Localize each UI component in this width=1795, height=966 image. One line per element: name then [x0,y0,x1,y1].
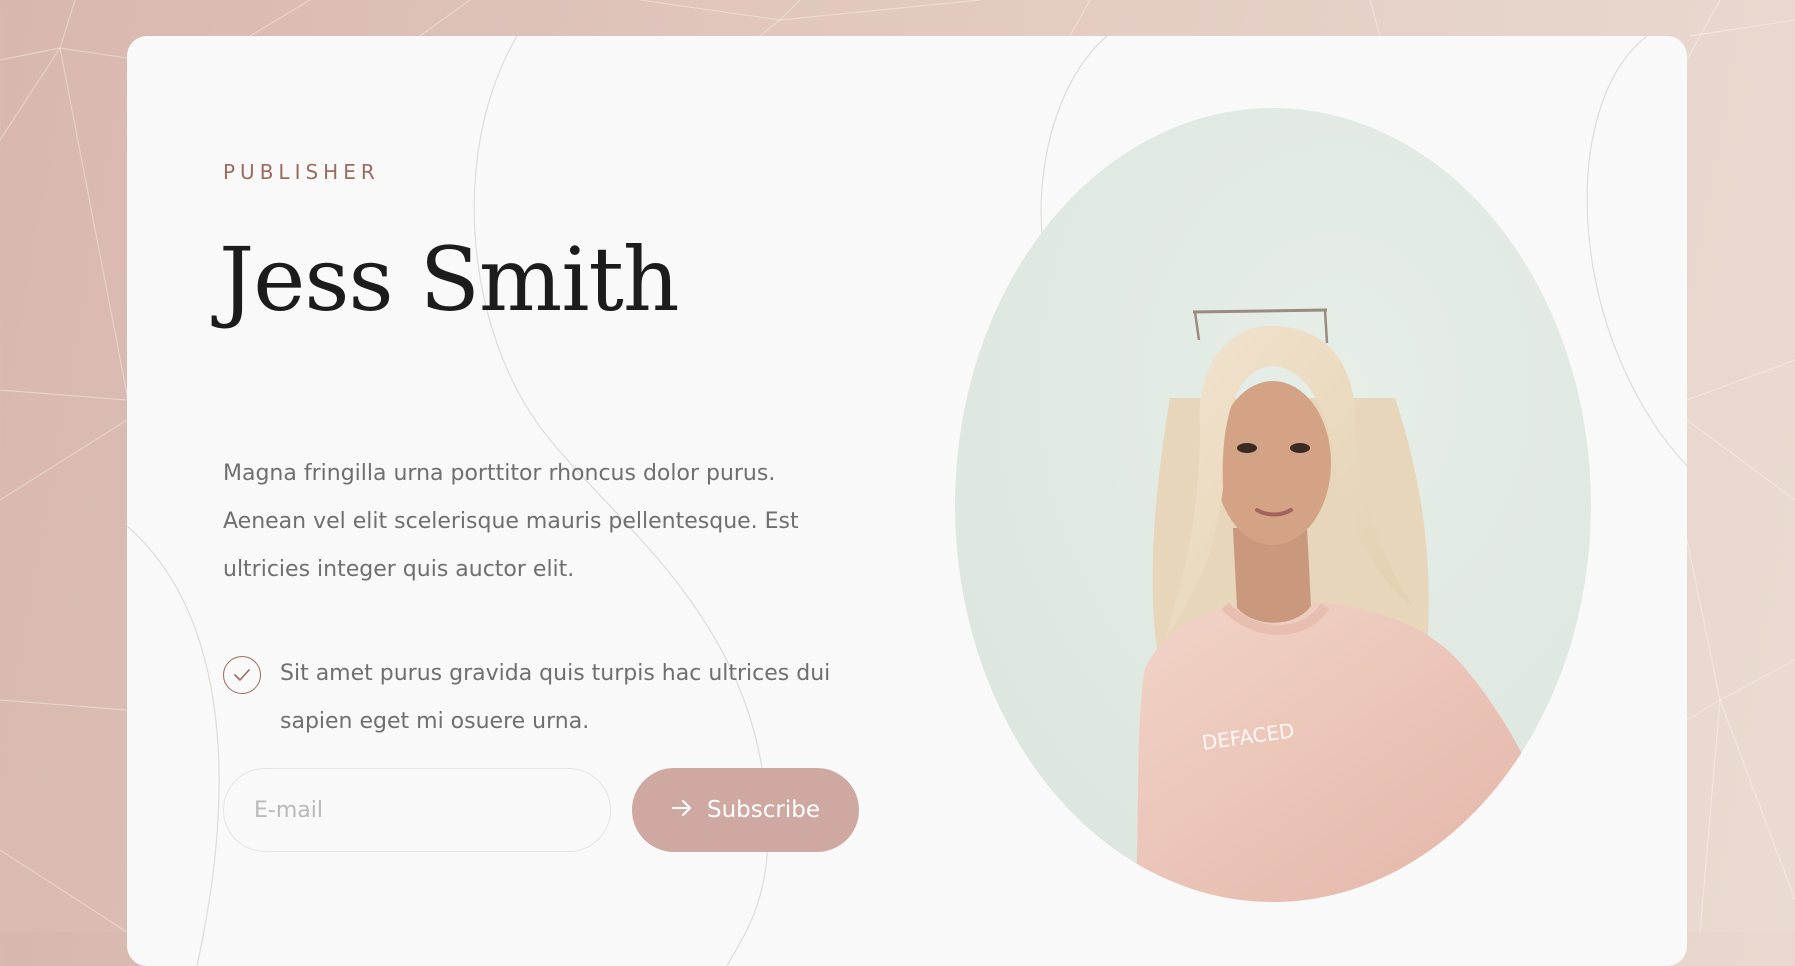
subscribe-button[interactable]: Subscribe [632,768,859,852]
check-circle-icon [223,656,261,694]
feature-item: Sit amet purus gravida quis turpis hac u… [223,650,903,746]
feature-text: Sit amet purus gravida quis turpis hac u… [280,661,831,734]
email-input[interactable] [223,768,611,852]
hero-description: Magna fringilla urna porttitor rhoncus d… [223,461,799,582]
hero-title: Jess Smith [219,228,680,331]
hero-card: PUBLISHER Jess Smith Magna fringilla urn… [127,36,1687,966]
profile-photo: DEFACED [955,108,1591,902]
arrow-right-icon [671,797,693,823]
subscribe-label: Subscribe [706,797,820,823]
hero-eyebrow: PUBLISHER [223,160,380,184]
